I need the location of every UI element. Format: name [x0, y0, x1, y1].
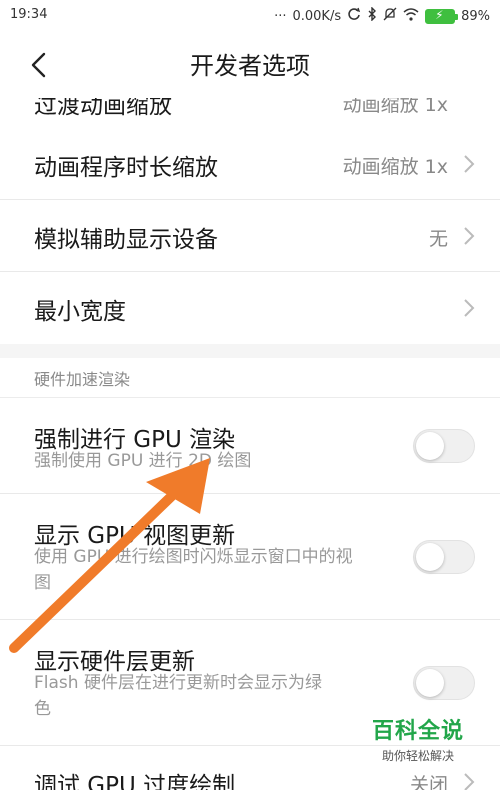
- page-title: 开发者选项: [190, 52, 310, 80]
- row-value: 无: [428, 228, 448, 250]
- status-icons: ··· 0.00K/s ⚡ 89%: [274, 6, 490, 25]
- force-gpu-toggle[interactable]: [413, 429, 475, 463]
- battery-percent: 89%: [461, 8, 490, 24]
- section-header-label: 硬件加速渲染: [34, 370, 131, 389]
- status-time: 19:34: [10, 7, 48, 22]
- gpu-view-updates-toggle[interactable]: [413, 540, 475, 574]
- section-divider: [0, 344, 500, 358]
- row-description: Flash 硬件层在进行更新时会显示为绿色: [34, 673, 322, 719]
- watermark-logo: 百科全说 助你轻松解决: [372, 713, 464, 764]
- row-label: 动画程序时长缩放: [34, 155, 218, 181]
- row-label: 模拟辅助显示设备: [34, 227, 218, 253]
- status-bar: 19:34 ··· 0.00K/s ⚡ 89%: [0, 0, 500, 30]
- battery-icon: ⚡: [425, 8, 459, 24]
- secondary-display-row[interactable]: 模拟辅助显示设备 无: [0, 200, 500, 272]
- network-speed: 0.00K/s: [292, 8, 342, 24]
- chevron-right-icon: [462, 771, 476, 790]
- status-dots: ···: [274, 8, 287, 24]
- animator-duration-row[interactable]: 动画程序时长缩放 动画缩放 1x: [0, 128, 500, 200]
- navigation-bar: 开发者选项: [0, 30, 500, 98]
- wifi-icon: [403, 7, 419, 25]
- force-gpu-rendering-row[interactable]: 强制进行 GPU 渲染 强制使用 GPU 进行 2D 绘图: [0, 398, 500, 494]
- chevron-right-icon: [462, 225, 476, 247]
- chevron-right-icon: [462, 153, 476, 175]
- watermark-subtitle: 助你轻松解决: [381, 749, 454, 763]
- gpu-view-updates-row[interactable]: 显示 GPU 视图更新 使用 GPU 进行绘图时闪烁显示窗口中的视图: [0, 494, 500, 620]
- row-description: 强制使用 GPU 进行 2D 绘图: [34, 451, 252, 471]
- hardware-layer-toggle[interactable]: [413, 666, 475, 700]
- row-description: 使用 GPU 进行绘图时闪烁显示窗口中的视图: [34, 547, 353, 593]
- row-value: 关闭: [409, 774, 448, 790]
- chevron-right-icon: [462, 297, 476, 319]
- bluetooth-icon: [367, 6, 377, 25]
- sync-icon: [347, 7, 361, 25]
- row-label: 调试 GPU 过度绘制: [34, 773, 236, 790]
- watermark-title: 百科全说: [371, 719, 464, 744]
- mute-icon: [383, 7, 397, 25]
- smallest-width-row[interactable]: 最小宽度: [0, 272, 500, 344]
- section-header: 硬件加速渲染: [0, 358, 500, 398]
- row-value: 动画缩放 1x: [342, 156, 448, 178]
- row-label: 最小宽度: [34, 299, 126, 325]
